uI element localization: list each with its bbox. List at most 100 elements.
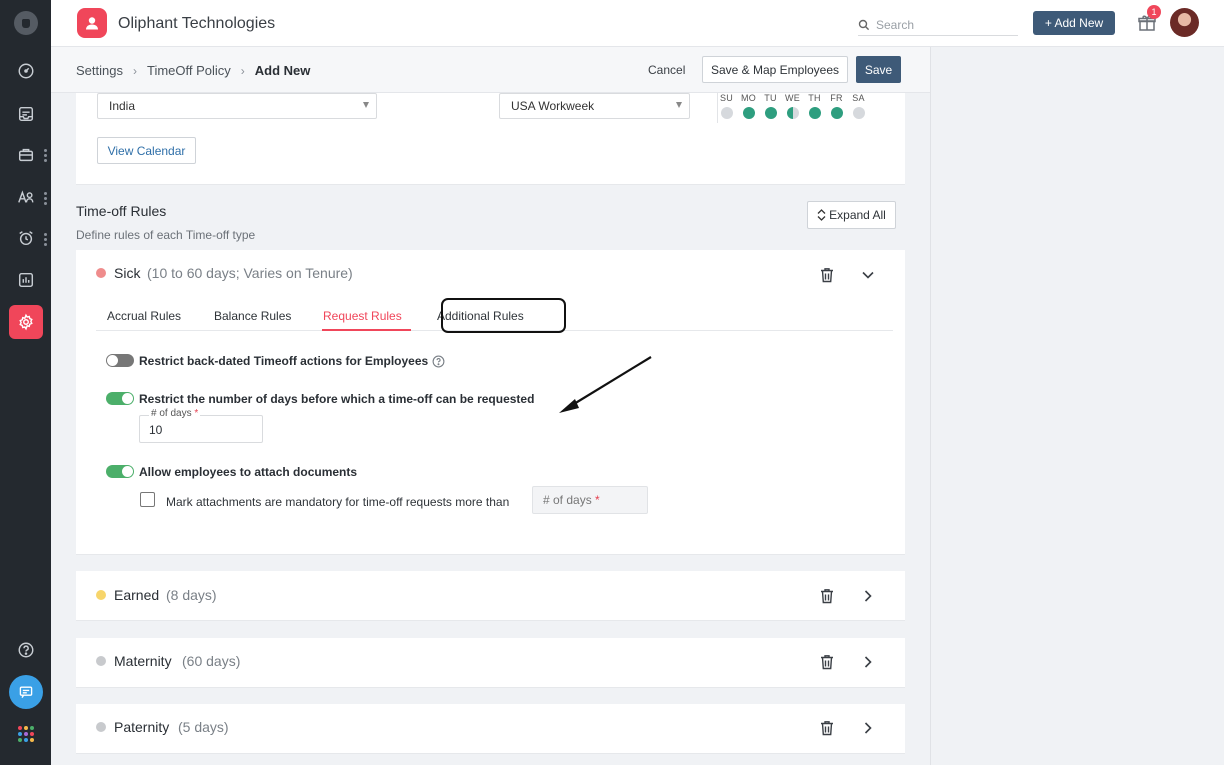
type-color-dot (96, 656, 106, 666)
breadcrumb-timeoff-policy[interactable]: TimeOff Policy (147, 63, 231, 78)
people-icon[interactable] (9, 180, 43, 214)
mandatory-attachments-label: Mark attachments are mandatory for time-… (166, 495, 510, 509)
type-detail: (5 days) (178, 719, 229, 735)
breadcrumb-current: Add New (254, 63, 311, 78)
company-logo-icon[interactable] (77, 8, 107, 38)
search-bar[interactable] (858, 14, 1018, 36)
trash-icon[interactable] (820, 267, 834, 283)
expand-all-button[interactable]: Expand All (807, 201, 896, 229)
chevron-down-icon[interactable] (861, 268, 875, 282)
day-we: WE (784, 93, 801, 122)
restrict-backdated-label: Restrict back-dated Timeoff actions for … (139, 354, 429, 368)
briefcase-more-icon[interactable] (44, 149, 47, 164)
day-fr: FR (828, 93, 845, 122)
chevron-right-icon[interactable] (861, 655, 875, 669)
restrict-days-toggle[interactable] (106, 392, 134, 405)
help-icon[interactable] (9, 633, 43, 667)
chevron-right-icon: › (240, 63, 245, 78)
company-name: Oliphant Technologies (118, 15, 276, 32)
chevron-right-icon[interactable] (861, 589, 875, 603)
rules-section-title: Time-off Rules (76, 203, 167, 219)
dashboard-icon[interactable] (9, 54, 43, 88)
restrict-backdated-toggle[interactable] (106, 354, 134, 367)
info-icon[interactable] (432, 355, 445, 368)
tab-balance-rules[interactable]: Balance Rules (214, 309, 291, 323)
type-name: Earned (114, 587, 160, 603)
timeoff-type-paternity[interactable]: Paternity (5 days) (76, 704, 905, 754)
day-th: TH (806, 93, 823, 122)
day-su: SU (718, 93, 735, 122)
notification-badge: 1 (1147, 5, 1161, 19)
search-icon (858, 19, 870, 30)
days-before-input[interactable] (140, 416, 262, 442)
day-tu: TU (762, 93, 779, 122)
apps-grid-icon[interactable] (18, 726, 34, 742)
tab-accrual-rules[interactable]: Accrual Rules (107, 309, 181, 323)
active-tab-underline (322, 329, 411, 331)
breadcrumb: Settings › TimeOff Policy › Add New (76, 63, 310, 78)
day-sa: SA (850, 93, 867, 122)
cancel-button[interactable]: Cancel (636, 56, 697, 83)
rules-section-subtitle: Define rules of each Time-off type (76, 228, 256, 242)
briefcase-icon[interactable] (9, 138, 43, 172)
attach-documents-label: Allow employees to attach documents (139, 465, 358, 479)
expand-collapse-icon (817, 209, 826, 221)
top-header: Oliphant Technologies + Add New 1 (51, 0, 1224, 47)
workweek-select[interactable]: USA Workweek (499, 93, 690, 119)
type-name[interactable]: Sick (114, 265, 140, 281)
alarm-more-icon[interactable] (44, 233, 47, 248)
people-more-icon[interactable] (44, 192, 47, 207)
type-name: Maternity (114, 653, 172, 669)
country-select-value: India (109, 99, 136, 113)
alarm-icon[interactable] (9, 221, 43, 255)
add-new-button[interactable]: + Add New (1033, 11, 1115, 35)
day-mo: MO (740, 93, 757, 122)
search-input[interactable] (876, 17, 1006, 32)
timeoff-type-maternity[interactable]: Maternity (60 days) (76, 638, 905, 688)
caret-down-icon (363, 102, 369, 108)
country-select[interactable]: India (97, 93, 377, 119)
right-side-panel (930, 47, 1224, 765)
workweek-days: SU MO TU WE TH FR SA (718, 93, 867, 122)
trash-icon[interactable] (820, 720, 834, 736)
type-detail: (10 to 60 days; Varies on Tenure) (147, 265, 353, 281)
settings-icon[interactable] (9, 305, 43, 339)
expand-all-label: Expand All (829, 208, 886, 222)
mandatory-days-field[interactable]: # of days * (532, 486, 648, 514)
attach-documents-toggle[interactable] (106, 465, 134, 478)
type-detail: (8 days) (166, 587, 217, 603)
chat-icon[interactable] (9, 675, 43, 709)
view-calendar-button[interactable]: View Calendar (97, 137, 196, 164)
rules-tabs: Accrual Rules Balance Rules Request Rule… (96, 298, 893, 333)
type-color-dot (96, 268, 106, 278)
type-detail: (60 days) (182, 653, 241, 669)
save-button[interactable]: Save (856, 56, 901, 83)
trash-icon[interactable] (820, 654, 834, 670)
inbox-icon[interactable] (9, 97, 43, 131)
days-before-field[interactable]: # of days * (139, 408, 263, 443)
type-name: Paternity (114, 719, 170, 735)
timeoff-type-sick: Sick (10 to 60 days; Varies on Tenure) A… (76, 250, 905, 555)
left-nav-rail (0, 0, 51, 765)
tab-highlight-annotation (441, 298, 566, 333)
save-map-employees-button[interactable]: Save & Map Employees (702, 56, 848, 83)
annotation-arrow-icon (559, 356, 652, 413)
workspace-logo-icon[interactable] (14, 11, 38, 35)
restrict-days-label: Restrict the number of days before which… (139, 392, 535, 406)
caret-down-icon (676, 102, 682, 108)
mandatory-attachments-checkbox[interactable] (140, 492, 155, 507)
type-color-dot (96, 722, 106, 732)
trash-icon[interactable] (820, 588, 834, 604)
calendar-settings-card: India USA Workweek SU MO TU WE TH FR SA … (76, 93, 905, 185)
user-avatar[interactable] (1170, 8, 1199, 37)
chevron-right-icon: › (132, 63, 137, 78)
chevron-right-icon[interactable] (861, 721, 875, 735)
type-color-dot (96, 590, 106, 600)
timeoff-type-earned[interactable]: Earned (8 days) (76, 571, 905, 621)
breadcrumb-settings[interactable]: Settings (76, 63, 123, 78)
days-field-label: # of days * (149, 408, 201, 419)
workweek-select-value: USA Workweek (511, 99, 595, 113)
report-icon[interactable] (9, 263, 43, 297)
sub-header: Settings › TimeOff Policy › Add New Canc… (51, 47, 930, 93)
tab-request-rules[interactable]: Request Rules (323, 309, 402, 323)
